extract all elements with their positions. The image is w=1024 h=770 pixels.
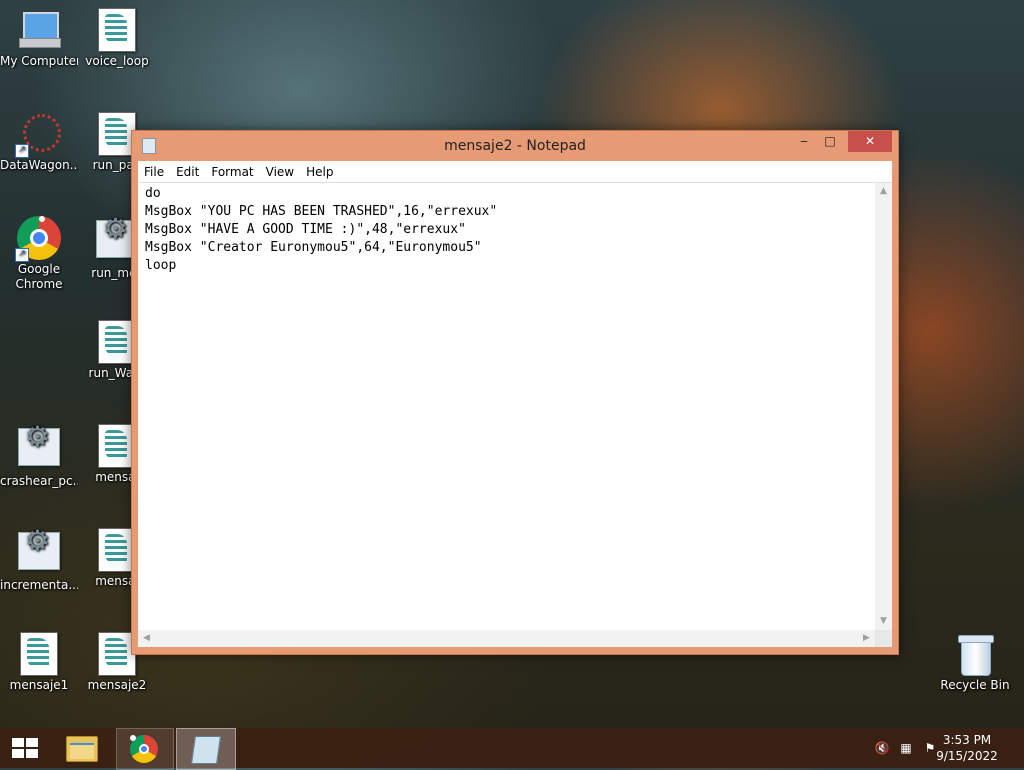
text-line: MsgBox "YOU PC HAS BEEN TRASHED",16,"err…: [145, 204, 498, 219]
menu-view[interactable]: View: [260, 162, 300, 183]
windows-logo-icon: [12, 738, 38, 758]
notepad-icon: [191, 736, 221, 764]
config-file-icon: [17, 532, 61, 576]
taskbar-google-chrome[interactable]: [116, 728, 174, 770]
scroll-right-icon[interactable]: ▶: [858, 630, 875, 647]
desktop-icon-label: mensaje2: [87, 678, 147, 692]
menu-format[interactable]: Format: [205, 162, 259, 183]
desktop-icon-crashear-pc[interactable]: crashear_pc...: [0, 424, 78, 489]
script-file-icon: [17, 632, 61, 676]
desktop-icon-label: mensaje1: [9, 678, 69, 692]
desktop-icon-google-chrome[interactable]: ↗ Google Chrome: [0, 216, 78, 292]
taskbar: 🔇 ▦ ⚑ 3:53 PM 9/15/2022: [0, 728, 1024, 770]
title-bar[interactable]: mensaje2 - Notepad ‒ □ ✕: [132, 131, 898, 161]
system-clock[interactable]: 3:53 PM 9/15/2022: [932, 732, 1002, 764]
clock-date: 9/15/2022: [936, 749, 998, 763]
menu-bar: File Edit Format View Help: [138, 161, 892, 183]
text-line: do: [145, 186, 161, 201]
config-file-icon: [17, 428, 61, 472]
desktop-icon-incrementa[interactable]: incrementa...: [0, 528, 78, 593]
scroll-up-icon[interactable]: ▲: [875, 183, 892, 200]
menu-edit[interactable]: Edit: [170, 162, 205, 183]
datawagon-icon: ↗: [15, 112, 61, 158]
desktop-icon-label: incrementa...: [0, 578, 78, 592]
window-title: mensaje2 - Notepad: [444, 138, 586, 154]
text-line: MsgBox "HAVE A GOOD TIME :)",48,"errexux…: [145, 222, 466, 237]
text-line: MsgBox "Creator Euronymou5",64,"Euronymo…: [145, 240, 482, 255]
text-line: loop: [145, 258, 177, 273]
desktop-icon-recycle-bin[interactable]: Recycle Bin: [936, 632, 1014, 693]
shortcut-arrow-icon: ↗: [15, 144, 29, 158]
speaker-muted-icon[interactable]: 🔇: [874, 740, 890, 756]
desktop-icon-label: Google Chrome: [15, 262, 63, 291]
chrome-icon: ↗: [15, 216, 61, 262]
notepad-window[interactable]: mensaje2 - Notepad ‒ □ ✕ File Edit Format V…: [131, 130, 899, 655]
desktop-icon-my-computer[interactable]: My Computer: [0, 8, 78, 69]
start-button[interactable]: [0, 728, 50, 768]
editor-area[interactable]: do MsgBox "YOU PC HAS BEEN TRASHED",16,"e…: [138, 183, 892, 647]
taskbar-notepad[interactable]: [176, 728, 236, 770]
scrollbar-corner: [875, 630, 892, 647]
text-content[interactable]: do MsgBox "YOU PC HAS BEEN TRASHED",16,"e…: [138, 183, 875, 630]
desktop-icon-label: voice_loop: [85, 54, 149, 68]
close-button[interactable]: ✕: [848, 131, 892, 152]
desktop-icon-label: Recycle Bin: [940, 678, 1010, 692]
vertical-scrollbar[interactable]: ▲ ▼: [875, 183, 892, 630]
computer-icon: [17, 8, 61, 52]
desktop-icon-label: DataWagon...: [0, 158, 78, 172]
minimize-button[interactable]: ‒: [790, 131, 818, 152]
horizontal-scrollbar[interactable]: ◀ ▶: [138, 630, 875, 647]
taskbar-file-explorer[interactable]: [56, 728, 106, 768]
scroll-left-icon[interactable]: ◀: [138, 630, 155, 647]
desktop-icon-datawagon[interactable]: ↗ DataWagon...: [0, 112, 78, 173]
folder-icon: [66, 736, 98, 762]
desktop-icon-label: crashear_pc...: [0, 474, 78, 488]
recycle-bin-icon: [953, 632, 997, 676]
clock-time: 3:53 PM: [942, 733, 992, 747]
shortcut-arrow-icon: ↗: [15, 248, 29, 262]
maximize-button[interactable]: □: [816, 131, 844, 152]
script-file-icon: [95, 8, 139, 52]
menu-help[interactable]: Help: [300, 162, 339, 183]
desktop-icon-label: My Computer: [0, 54, 78, 68]
menu-file[interactable]: File: [138, 162, 170, 183]
desktop-icon-mensaje1[interactable]: mensaje1: [0, 632, 78, 693]
desktop-icon-voice-loop[interactable]: voice_loop: [78, 8, 156, 69]
network-icon[interactable]: ▦: [898, 740, 914, 756]
scroll-down-icon[interactable]: ▼: [875, 613, 892, 630]
